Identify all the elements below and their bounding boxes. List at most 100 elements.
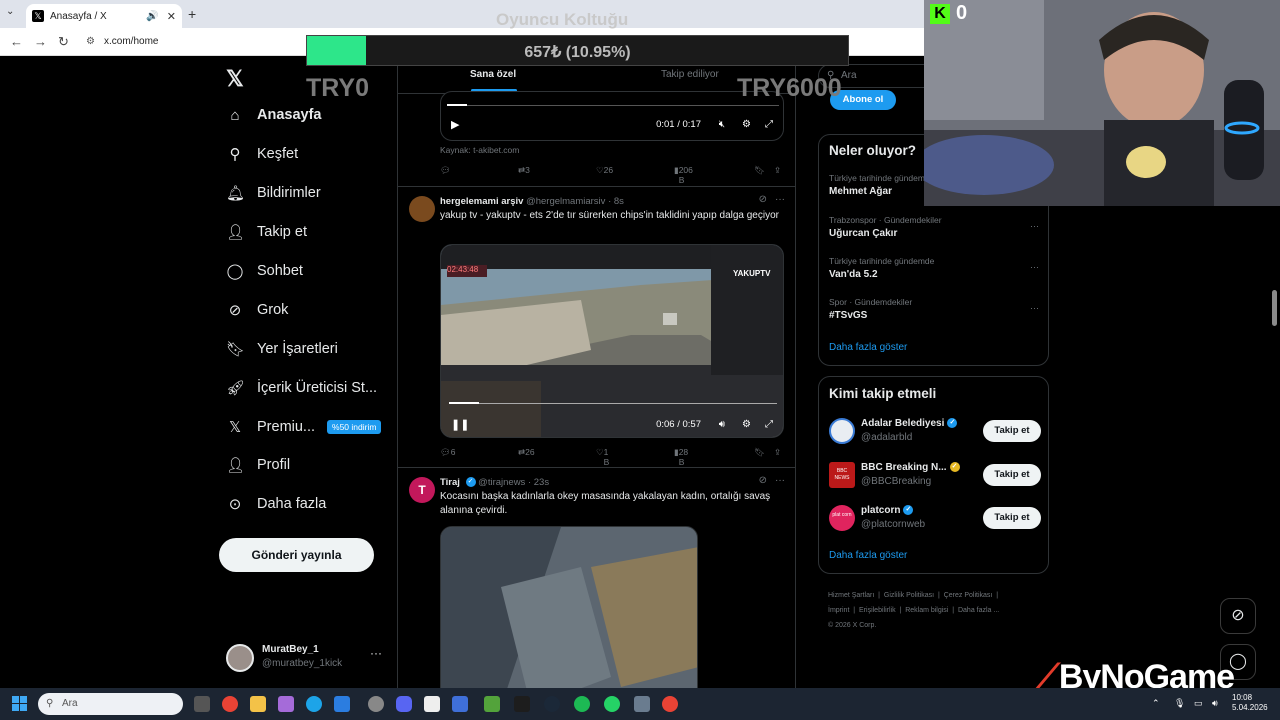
- chrome-active-icon[interactable]: [662, 696, 678, 712]
- obs-icon[interactable]: [368, 696, 384, 712]
- author-handle[interactable]: @hergelmamiarsiv: [526, 196, 605, 207]
- terminal-icon[interactable]: [514, 696, 530, 712]
- steam-icon[interactable]: [544, 696, 560, 712]
- discord-icon[interactable]: [396, 696, 412, 712]
- reply-button[interactable]: 💬︎ 6: [440, 447, 456, 458]
- tray-chevron-icon[interactable]: ⌃: [1152, 698, 1164, 710]
- sidebar-item-notifications[interactable]: 🔔︎ Bildirimler: [226, 178, 321, 208]
- sidebar-item-explore[interactable]: ⚲ Keşfet: [226, 139, 299, 169]
- like-button[interactable]: ♡ 26: [596, 165, 613, 176]
- file-explorer-icon[interactable]: [250, 696, 266, 712]
- account-switcher[interactable]: MuratBey_1 @muratbey_1kick ···: [226, 642, 386, 672]
- sidebar-item-profile[interactable]: 👤︎ Profil: [226, 450, 290, 480]
- capcut-icon[interactable]: [424, 696, 440, 712]
- repost-button[interactable]: ⇄ 3: [518, 165, 530, 176]
- reload-icon[interactable]: ↻: [58, 34, 69, 50]
- video-seekbar[interactable]: [449, 403, 777, 404]
- bookmark-icon[interactable]: 🔖︎: [754, 447, 765, 458]
- sidebar-item-more[interactable]: ⊙ Daha fazla: [226, 489, 327, 519]
- task-view-icon[interactable]: [194, 696, 210, 712]
- volume-icon[interactable]: 🔊︎: [1212, 698, 1224, 710]
- more-dots-icon[interactable]: ···: [775, 475, 785, 486]
- author-handle[interactable]: @tirajnews: [478, 477, 525, 488]
- speaker-icon[interactable]: 🔊: [146, 11, 158, 22]
- x-logo-icon[interactable]: 𝕏: [226, 66, 244, 92]
- share-icon[interactable]: ⇪: [774, 165, 781, 176]
- whatsapp-icon[interactable]: [604, 696, 620, 712]
- copilot-icon[interactable]: [278, 696, 294, 712]
- reply-icon[interactable]: 💬︎: [440, 165, 451, 176]
- suggested-account[interactable]: Adalar Belediyesi ✓ @adalarbld Takip et: [829, 416, 1041, 446]
- footer-link[interactable]: İmprint: [828, 607, 849, 614]
- settings-icon[interactable]: ⚙: [742, 119, 751, 130]
- edge-icon[interactable]: [306, 696, 322, 712]
- pause-icon[interactable]: ❚❚: [451, 418, 469, 431]
- views-button[interactable]: ▮ 206 B: [674, 165, 693, 185]
- spotify-icon[interactable]: [574, 696, 590, 712]
- source-label[interactable]: Kaynak: t-akibet.com: [440, 145, 519, 155]
- trend-item[interactable]: Trabzonspor · Gündemdekiler Uğurcan Çakı…: [829, 215, 1039, 239]
- page-scrollbar[interactable]: [1272, 290, 1277, 326]
- more-dots-icon[interactable]: ···: [370, 646, 382, 660]
- app-icon[interactable]: [452, 696, 468, 712]
- video-player[interactable]: 02:43:48 YAKUPTV ❚❚ 0:06 / 0:57 🔊︎ ⚙ ⤢: [440, 244, 784, 438]
- tweet[interactable]: ▶ 0:01 / 0:17 🔇︎ ⚙ ⤢ Kaynak: t-akibet.co…: [398, 91, 795, 187]
- tweet[interactable]: T Tiraj ✓ @tirajnews · 23s ⊘ ··· Kocasın…: [398, 469, 795, 688]
- avatar[interactable]: T: [409, 477, 435, 503]
- like-button[interactable]: ♡ 1 B: [596, 447, 609, 467]
- footer-link[interactable]: Daha fazla ...: [958, 607, 999, 614]
- more-dots-icon[interactable]: ···: [1030, 262, 1039, 272]
- play-icon[interactable]: ▶: [451, 118, 459, 131]
- more-dots-icon[interactable]: ···: [1030, 303, 1039, 313]
- sidebar-item-home[interactable]: ⌂ Anasayfa: [226, 100, 321, 130]
- sidebar-item-premium[interactable]: 𝕏 Premiu... %50 indirim: [226, 412, 382, 442]
- settings-icon[interactable]: [634, 696, 650, 712]
- more-dots-icon[interactable]: ···: [775, 194, 785, 205]
- trend-item[interactable]: Türkiye tarihinde gündemde Van'da 5.2 ··…: [829, 256, 1039, 280]
- grok-icon[interactable]: ⊘: [759, 475, 767, 486]
- windows-start-icon[interactable]: [12, 696, 28, 712]
- sidebar-item-bookmarks[interactable]: 🔖︎ Yer İşaretleri: [226, 334, 338, 364]
- footer-link[interactable]: Hizmet Şartları: [828, 592, 874, 599]
- video-player[interactable]: ▶ 0:01 / 0:17 🔇︎ ⚙ ⤢: [440, 91, 784, 141]
- back-icon[interactable]: ←: [10, 34, 23, 49]
- follow-button[interactable]: Takip et: [983, 420, 1041, 442]
- tab-search-chevron-icon[interactable]: ⌄: [6, 6, 14, 17]
- tab-following[interactable]: Takip ediliyor: [661, 69, 719, 80]
- grok-fab-icon[interactable]: ⊘: [1220, 598, 1256, 634]
- fullscreen-icon[interactable]: ⤢: [765, 119, 773, 130]
- new-tab-icon[interactable]: +: [188, 6, 196, 22]
- footer-link[interactable]: Çerez Politikası: [944, 592, 993, 599]
- footer-link[interactable]: Gizlilik Politikası: [884, 592, 934, 599]
- minecraft-icon[interactable]: [484, 696, 500, 712]
- taskbar-search[interactable]: ⚲ Ara: [38, 693, 183, 715]
- sidebar-item-grok[interactable]: ⊘ Grok: [226, 295, 289, 325]
- author-name[interactable]: Tiraj: [440, 477, 460, 488]
- sidebar-item-follow[interactable]: 👤︎ Takip et: [226, 217, 307, 247]
- bookmark-icon[interactable]: 🔖︎: [754, 165, 765, 176]
- grok-icon[interactable]: ⊘: [759, 194, 767, 205]
- show-more-link[interactable]: Daha fazla göster: [829, 550, 907, 561]
- sidebar-item-creator-studio[interactable]: 🚀︎ İçerik Üreticisi St...: [226, 373, 377, 403]
- video-thumbnail[interactable]: [440, 526, 698, 688]
- show-more-link[interactable]: Daha fazla göster: [829, 342, 907, 353]
- author-name[interactable]: hergelemami arşiv: [440, 196, 523, 207]
- post-button[interactable]: Gönderi yayınla: [219, 538, 374, 572]
- share-icon[interactable]: ⇪: [774, 447, 781, 458]
- views-button[interactable]: ▮ 28 B: [674, 447, 688, 467]
- footer-link[interactable]: Reklam bilgisi: [905, 607, 948, 614]
- suggested-account[interactable]: plat corn platcorn ✓ @platcornweb Takip e…: [829, 503, 1041, 533]
- settings-icon[interactable]: ⚙: [742, 419, 751, 430]
- footer-link[interactable]: Erişilebilirlik: [859, 607, 896, 614]
- video-seekbar[interactable]: [447, 105, 779, 106]
- store-icon[interactable]: [334, 696, 350, 712]
- forward-icon[interactable]: →: [34, 34, 47, 49]
- mic-icon[interactable]: 🎙︎: [1174, 698, 1186, 710]
- repost-button[interactable]: ⇄ 26: [518, 447, 535, 458]
- avatar[interactable]: [409, 196, 435, 222]
- close-tab-icon[interactable]: ✕: [167, 10, 176, 23]
- suggested-account[interactable]: BBC NEWS BBC Breaking N... ✓ @BBCBreaking…: [829, 460, 1041, 490]
- follow-button[interactable]: Takip et: [983, 464, 1041, 486]
- network-icon[interactable]: ▭: [1194, 698, 1206, 710]
- browser-tab[interactable]: 𝕏 Anasayfa / X 🔊 ✕: [26, 4, 182, 28]
